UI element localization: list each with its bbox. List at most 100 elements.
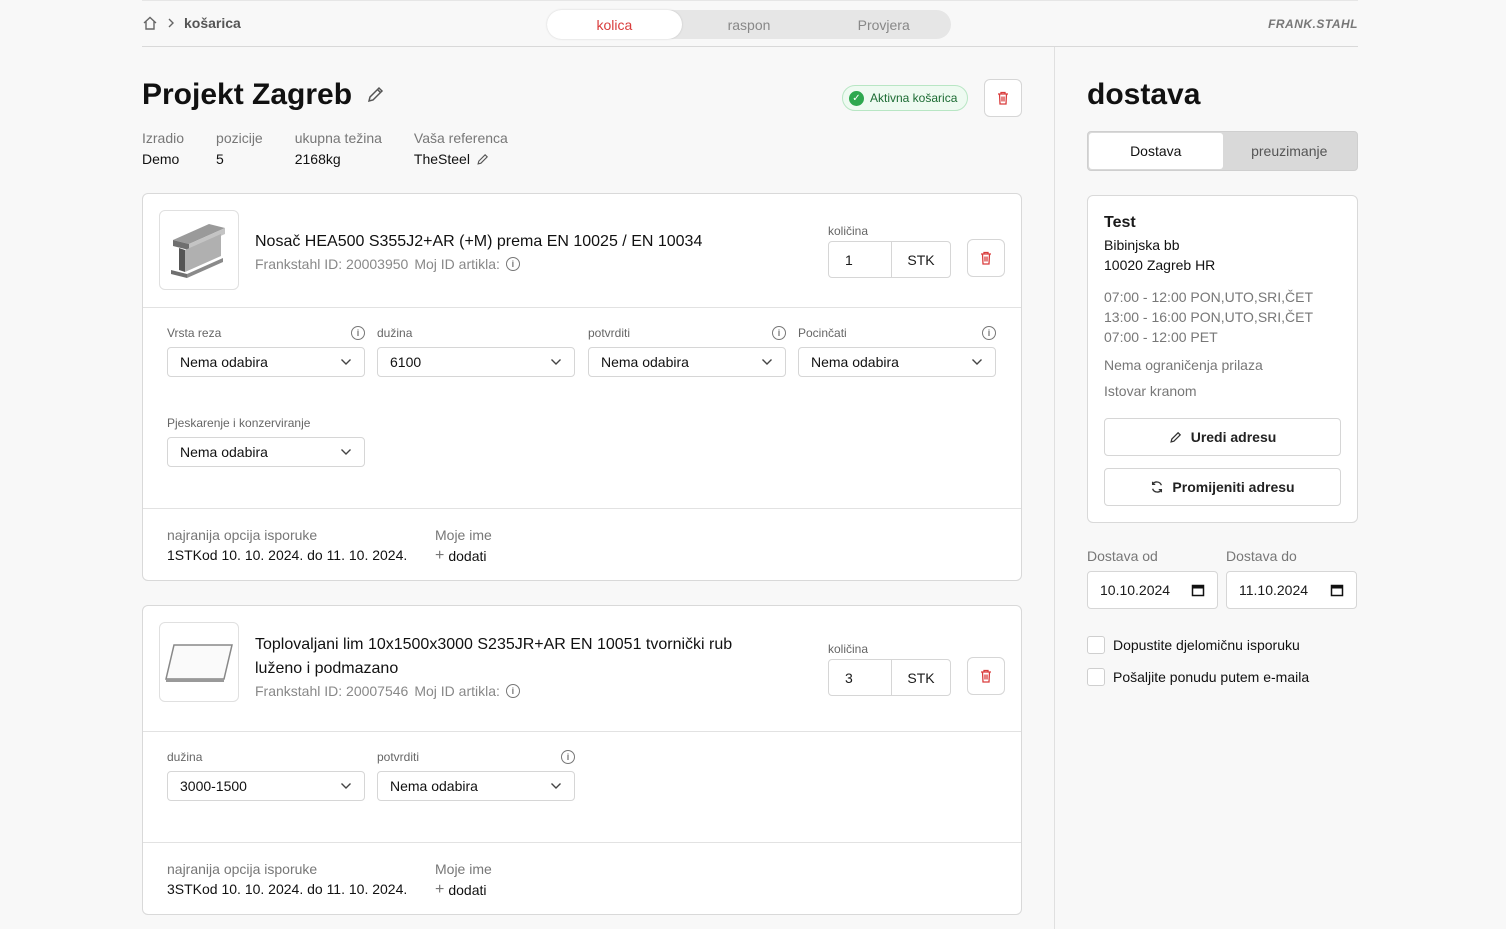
access-note: Nema ograničenja prilaza: [1104, 357, 1263, 373]
opening-hours: 07:00 - 12:00 PON,UTO,SRI,ČET 13:00 - 16…: [1104, 287, 1341, 347]
chevron-down-icon: [762, 359, 772, 365]
tab-preuzimanje[interactable]: preuzimanje: [1223, 133, 1357, 169]
product-title-block: Toplovaljani lim 10x1500x3000 S235JR+AR …: [255, 633, 775, 701]
step-raspon[interactable]: raspon: [682, 10, 817, 39]
trash-icon: [981, 669, 991, 683]
date-from-input[interactable]: 10.10.2024: [1087, 571, 1218, 609]
option-potvrditi: potvrditi i Nema odabira: [588, 324, 786, 377]
meta-value: TheSteel: [414, 151, 508, 167]
partial-delivery-checkbox[interactable]: Dopustite djelomičnu isporuku: [1087, 636, 1300, 654]
product-ids: Frankstahl ID: 20007546 Moj ID artikla: …: [255, 681, 775, 701]
meta-label: ukupna težina: [294, 130, 382, 146]
checkbox-label: Dopustite djelomičnu isporuku: [1113, 637, 1300, 653]
chevron-down-icon: [341, 359, 351, 365]
add-name-link[interactable]: + dodati: [435, 881, 492, 899]
option-value: 6100: [390, 354, 422, 370]
date-to: Dostava do 11.10.2024: [1226, 548, 1357, 609]
product-footer: najranija opcija isporuke 1STKod 10. 10.…: [143, 509, 1021, 581]
meta-value: 5: [216, 151, 224, 167]
option-select[interactable]: Nema odabira: [588, 347, 786, 377]
product-title: Toplovaljani lim 10x1500x3000 S235JR+AR …: [255, 636, 733, 677]
hours-line: 07:00 - 12:00 PET: [1104, 329, 1218, 345]
option-value: Nema odabira: [180, 444, 268, 460]
address-name: Test: [1104, 214, 1136, 231]
step-provjera[interactable]: Provjera: [816, 10, 951, 39]
info-icon[interactable]: i: [982, 325, 996, 340]
tab-dostava[interactable]: Dostava: [1089, 133, 1223, 169]
checkbox[interactable]: [1087, 668, 1105, 686]
option-value: Nema odabira: [390, 778, 478, 794]
frankstahl-id: Frankstahl ID: 20007546: [255, 683, 409, 699]
date-to-input[interactable]: 11.10.2024: [1226, 571, 1357, 609]
meta-value: 2168kg: [294, 151, 341, 167]
info-icon[interactable]: i: [505, 257, 520, 271]
edit-address-button[interactable]: Uredi adresu: [1104, 418, 1341, 456]
option-label: dužina: [167, 749, 203, 764]
option-select[interactable]: 6100: [377, 347, 575, 377]
remove-product-button[interactable]: [967, 239, 1005, 277]
date-from: Dostava od 10.10.2024: [1087, 548, 1218, 609]
checkbox-label: Pošaljite ponudu putem e-maila: [1113, 669, 1310, 685]
earliest-delivery: najranija opcija isporuke 1STKod 10. 10.…: [167, 527, 407, 563]
delivery-dates: Dostava od 10.10.2024 Dostava do 11.10.2…: [1087, 548, 1357, 609]
status-text: Aktivna košarica: [870, 91, 958, 105]
option-select[interactable]: Nema odabira: [377, 771, 575, 801]
my-name-label: Moje ime: [435, 861, 492, 877]
quantity-input[interactable]: 1 STK: [828, 241, 951, 278]
info-icon[interactable]: i: [772, 325, 786, 340]
edit-title-icon[interactable]: [366, 78, 386, 112]
option-label: potvrditi: [377, 749, 420, 764]
product-card: Nosač HEA500 S355J2+AR (+M) prema EN 100…: [142, 193, 1022, 581]
option-value: Nema odabira: [180, 354, 268, 370]
page-title: Projekt Zagreb: [142, 78, 386, 112]
project-title: Projekt Zagreb: [142, 78, 353, 111]
product-image: [159, 210, 239, 290]
product-footer: najranija opcija isporuke 3STKod 10. 10.…: [143, 843, 1021, 915]
option-select[interactable]: Nema odabira: [167, 347, 365, 377]
quantity-input[interactable]: 3 STK: [828, 659, 951, 696]
email-offer-checkbox[interactable]: Pošaljite ponudu putem e-maila: [1087, 668, 1309, 686]
product-header: Nosač HEA500 S355J2+AR (+M) prema EN 100…: [143, 194, 1021, 308]
edit-address-label: Uredi adresu: [1190, 429, 1277, 445]
delivery-label: najranija opcija isporuke: [167, 527, 318, 543]
chevron-down-icon: [341, 783, 351, 789]
delivery-value: 3STKod 10. 10. 2024. do 11. 10. 2024.: [167, 881, 408, 897]
checkbox[interactable]: [1087, 636, 1105, 654]
add-name-link[interactable]: + dodati: [435, 547, 492, 565]
option-value: Nema odabira: [811, 354, 899, 370]
refresh-icon: [1152, 481, 1163, 493]
remove-product-button[interactable]: [967, 657, 1005, 695]
option-select[interactable]: Nema odabira: [167, 437, 365, 467]
option-vrsta-reza: Vrsta reza i Nema odabira: [167, 324, 365, 377]
delivery-label: najranija opcija isporuke: [167, 861, 318, 877]
quantity-field: količina 1 STK: [828, 224, 951, 278]
add-name-text: dodati: [448, 882, 487, 898]
home-icon[interactable]: [142, 15, 158, 31]
product-header: Toplovaljani lim 10x1500x3000 S235JR+AR …: [143, 606, 1021, 732]
info-icon[interactable]: i: [351, 325, 365, 340]
quantity-value[interactable]: 3: [829, 660, 892, 695]
calendar-icon[interactable]: [1191, 583, 1205, 597]
calendar-icon[interactable]: [1330, 583, 1344, 597]
meta-label: pozicije: [216, 130, 263, 146]
delivery-value: 1STKod 10. 10. 2024. do 11. 10. 2024.: [167, 547, 408, 563]
hours-line: 13:00 - 16:00 PON,UTO,SRI,ČET: [1104, 309, 1314, 325]
product-card: Toplovaljani lim 10x1500x3000 S235JR+AR …: [142, 605, 1022, 915]
step-kolica[interactable]: kolica: [547, 10, 682, 39]
breadcrumb: košarica: [142, 15, 241, 31]
unloading-note: Istovar kranom: [1104, 383, 1197, 399]
panel-divider: [1054, 47, 1055, 929]
option-select[interactable]: Nema odabira: [798, 347, 996, 377]
change-address-button[interactable]: Promijeniti adresu: [1104, 468, 1341, 506]
my-name: Moje ime + dodati: [435, 527, 492, 565]
info-icon[interactable]: i: [505, 684, 520, 698]
delete-cart-button[interactable]: [984, 79, 1022, 117]
hours-line: 07:00 - 12:00 PON,UTO,SRI,ČET: [1104, 289, 1314, 305]
option-select[interactable]: 3000-1500: [167, 771, 365, 801]
option-pocincati: Pocinčati i Nema odabira: [798, 324, 996, 377]
edit-reference-icon[interactable]: [476, 152, 490, 166]
quantity-value[interactable]: 1: [829, 242, 892, 277]
chevron-down-icon: [341, 449, 351, 455]
info-icon[interactable]: i: [561, 749, 575, 764]
option-duzina: dužina 6100: [377, 324, 575, 377]
